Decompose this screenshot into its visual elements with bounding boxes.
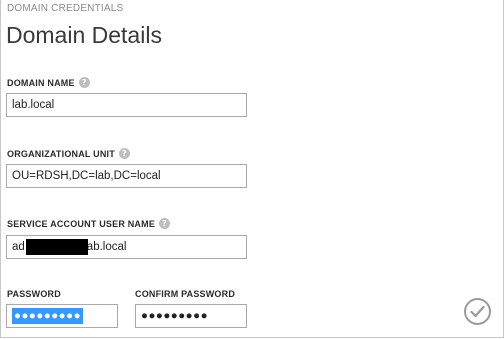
confirm-password-label-text: CONFIRM PASSWORD (135, 289, 236, 299)
help-question-icon[interactable]: ? (78, 77, 90, 88)
password-label-text: PASSWORD (7, 289, 61, 299)
confirm-password-input[interactable]: ●●●●●●●●● (135, 304, 247, 328)
help-question-icon[interactable]: ? (159, 218, 171, 229)
service-account-label: SERVICE ACCOUNT USER NAME ? (7, 218, 171, 229)
confirm-password-label: CONFIRM PASSWORD (135, 289, 235, 299)
organizational-unit-label: ORGANIZATIONAL UNIT ? (7, 148, 130, 159)
organizational-unit-input[interactable]: OU=RDSH,DC=lab,DC=local (6, 164, 247, 188)
domain-name-input[interactable]: lab.local (6, 93, 247, 117)
ok-button[interactable] (464, 298, 491, 325)
organizational-unit-label-text: ORGANIZATIONAL UNIT (7, 148, 115, 159)
section-label: DOMAIN CREDENTIALS (7, 3, 124, 14)
password-label: PASSWORD (7, 289, 61, 299)
service-account-value-prefix: ad (12, 241, 25, 253)
domain-name-label-text: DOMAIN NAME (7, 77, 75, 88)
password-input[interactable]: ●●●●●●●●● (6, 304, 118, 328)
redaction-block (26, 239, 88, 255)
domain-name-label: DOMAIN NAME ? (7, 77, 90, 88)
service-account-label-text: SERVICE ACCOUNT USER NAME (7, 218, 156, 229)
confirm-password-masked-value: ●●●●●●●●● (141, 310, 209, 322)
page-title: Domain Details (6, 22, 162, 48)
help-question-icon[interactable]: ? (118, 148, 130, 159)
password-masked-value: ●●●●●●●●● (12, 308, 84, 324)
checkmark-icon (470, 305, 485, 318)
domain-name-value: lab.local (12, 99, 55, 111)
service-account-input[interactable]: ad ab.local (6, 235, 247, 259)
service-account-value-suffix: ab.local (86, 241, 127, 253)
organizational-unit-value: OU=RDSH,DC=lab,DC=local (12, 170, 161, 182)
